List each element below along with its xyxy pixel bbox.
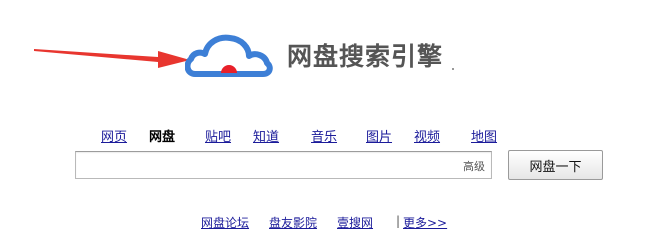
advanced-search-link[interactable]: 高级 <box>463 158 485 174</box>
nav-item-music[interactable]: 音乐 <box>311 126 337 145</box>
footer-link-forum[interactable]: 网盘论坛 <box>201 214 249 231</box>
search-input[interactable] <box>76 152 458 178</box>
nav-item-tieba[interactable]: 贴吧 <box>205 126 231 145</box>
search-box: 高级 <box>75 151 492 179</box>
footer-more-link[interactable]: 更多>> <box>403 214 447 231</box>
cloud-logo-icon <box>185 34 273 77</box>
footer-separator: | <box>396 214 401 228</box>
logo-title: 网盘搜索引擎 <box>287 42 444 71</box>
nav-item-video[interactable]: 视频 <box>414 126 440 145</box>
nav-item-netdisk: 网盘 <box>149 130 176 145</box>
logo-dot <box>452 68 454 70</box>
nav-bar: 网页 网盘 贴吧 知道 音乐 图片 视频 地图 <box>0 126 647 145</box>
footer-link-yisou[interactable]: 壹搜网 <box>337 214 373 231</box>
footer-link-cinema[interactable]: 盘友影院 <box>269 214 317 231</box>
nav-item-map[interactable]: 地图 <box>471 126 497 145</box>
nav-item-images[interactable]: 图片 <box>366 126 392 145</box>
nav-item-webpage[interactable]: 网页 <box>101 126 127 145</box>
red-arrow-annotation <box>34 49 190 68</box>
search-button[interactable]: 网盘一下 <box>508 150 603 180</box>
nav-item-zhidao[interactable]: 知道 <box>253 126 279 145</box>
search-page: 网盘搜索引擎 网页 网盘 贴吧 知道 音乐 图片 视频 地图 高级 网盘一下 网… <box>0 0 647 246</box>
